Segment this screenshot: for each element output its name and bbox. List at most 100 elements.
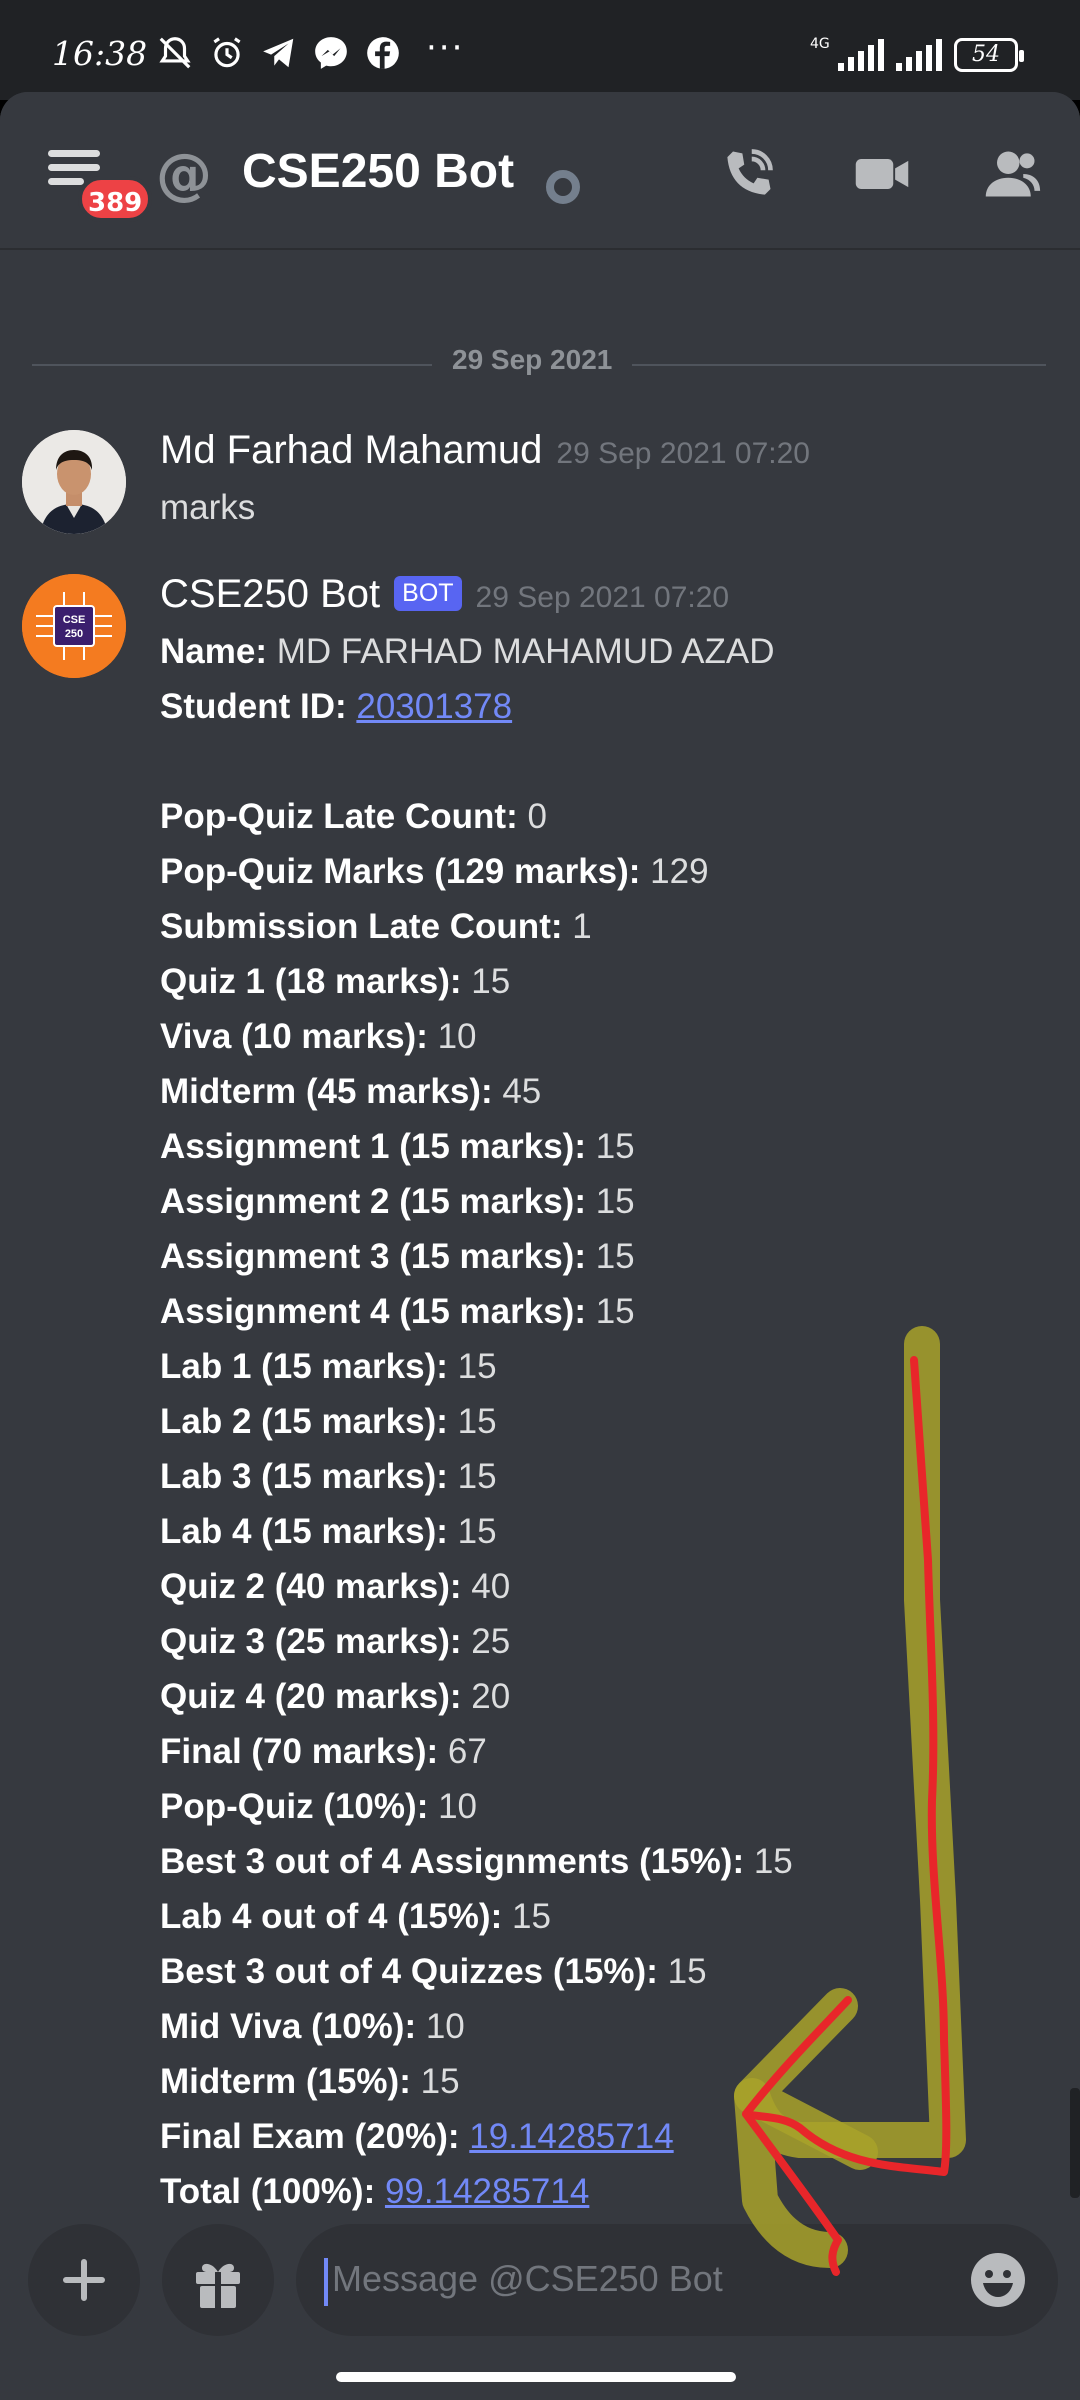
report-row-value: 25 [471,1622,511,1661]
report-row-separator: : [449,1622,462,1661]
report-row: Quiz 1 (18 marks): 15 [160,954,793,1009]
status-bar: 16:38 ··· 4G 54 [0,0,1080,100]
report-row-label: Midterm (15%) [160,2062,400,2101]
home-indicator[interactable] [336,2372,736,2382]
report-row: Final (70 marks): 67 [160,1724,793,1779]
report-row-label: Final Exam (20%) [160,2117,448,2156]
report-row-label: Submission Late Count [160,907,551,946]
report-row-label: Best 3 out of 4 Quizzes (15%) [160,1952,647,1991]
report-row-value: 15 [595,1292,635,1331]
at-sign-icon: @ [156,142,212,207]
report-row: Assignment 1 (15 marks): 15 [160,1119,793,1174]
report-row-label: Final (70 marks) [160,1732,427,1771]
report-row-value: 10 [425,2007,465,2046]
report-row-value: 45 [502,1072,542,1111]
report-row-separator: : [426,1732,439,1771]
author-name[interactable]: CSE250 Bot [160,572,380,616]
message-author-line: Md Farhad Mahamud 29 Sep 2021 07:20 [160,428,810,473]
notification-badge: 389 [78,176,153,222]
channel-title[interactable]: CSE250 Bot [242,144,514,199]
report-row-label: Pop-Quiz Late Count [160,797,507,836]
report-row: Quiz 2 (40 marks): 40 [160,1559,793,1614]
report-row-label: Best 3 out of 4 Assignments (15%) [160,1842,733,1881]
bot-tag: BOT [394,576,462,611]
report-row-value: 1 [572,907,592,946]
voice-call-icon[interactable] [716,144,780,204]
report-row-separator: : [574,1182,586,1221]
plus-icon [63,2259,105,2301]
report-name-value: MD FARHAD MAHAMUD AZAD [276,632,775,671]
report-row-label: Pop-Quiz Marks (129 marks) [160,852,629,891]
network-type: 4G [810,36,830,52]
report-id-label: Student ID: [160,687,347,726]
report-row-separator: : [732,1842,745,1881]
report-row-separator: : [449,962,462,1001]
signal-icon [838,39,884,71]
add-attachment-button[interactable] [28,2224,140,2336]
video-call-icon[interactable] [850,144,914,204]
emoji-icon[interactable] [968,2250,1028,2310]
member-list-icon[interactable] [980,144,1044,204]
menu-button[interactable]: 389 [48,150,153,222]
report-row-label: Assignment 3 (15 marks) [160,1237,575,1276]
date-divider: 29 Sep 2021 [432,344,633,376]
total-link[interactable]: 99.14285714 [385,2172,589,2211]
report-row-label: Lab 2 (15 marks) [160,1402,437,1441]
more-notifications: ··· [426,28,465,68]
avatar-text-top: CSE [63,614,86,626]
messenger-icon [315,37,347,69]
gift-button[interactable] [162,2224,274,2336]
final-exam-link[interactable]: 19.14285714 [469,2117,673,2156]
report-row-value: 15 [511,1897,551,1936]
report-row: Assignment 3 (15 marks): 15 [160,1229,793,1284]
report-row-value: 10 [438,1787,478,1826]
report-row-value: 0 [527,797,547,836]
author-name[interactable]: Md Farhad Mahamud [160,428,542,472]
chat-header: 389 @ CSE250 Bot [0,92,1080,248]
bot-chip-logo: CSE 250 [22,574,126,678]
report-row: Lab 2 (15 marks): 15 [160,1394,793,1449]
report-row-separator: : [399,2062,411,2101]
report-row-label: Assignment 1 (15 marks) [160,1127,575,1166]
report-row-label: Lab 4 (15 marks) [160,1512,437,1551]
signal-icon-2 [896,39,942,71]
user-photo [22,430,126,534]
offline-status-icon [546,170,580,204]
hamburger-icon [48,150,100,157]
scrollbar-thumb[interactable] [1070,2088,1080,2198]
report-row-label: Mid Viva (10%) [160,2007,405,2046]
report-row: Lab 4 (15 marks): 15 [160,1504,793,1559]
report-row-value: 20 [471,1677,511,1716]
report-row: Quiz 4 (20 marks): 20 [160,1669,793,1724]
report-row-separator: : [436,1457,448,1496]
report-row-separator: : [480,1072,493,1111]
report-row: Assignment 2 (15 marks): 15 [160,1174,793,1229]
report-row-value: 10 [437,1017,477,1056]
report-row: Pop-Quiz Marks (129 marks): 129 [160,844,793,899]
mute-bell-icon [159,37,191,69]
report-row: Viva (10 marks): 10 [160,1009,793,1064]
report-row-separator: : [574,1127,586,1166]
report-row-label: Lab 1 (15 marks) [160,1347,437,1386]
report-row-separator: : [449,1677,462,1716]
user-avatar[interactable] [22,430,126,534]
gift-icon [196,2263,240,2308]
report-row-separator: : [550,907,563,946]
avatar-text-bottom: 250 [65,628,83,640]
student-id-link[interactable]: 20301378 [356,687,512,726]
hamburger-line [48,164,100,171]
telegram-icon [263,38,294,68]
message-placeholder: Message @CSE250 Bot [332,2258,723,2299]
report-row: Assignment 4 (15 marks): 15 [160,1284,793,1339]
report-total-line: Total (100%): 99.14285714 [160,2172,590,2211]
message-input[interactable]: Message @CSE250 Bot [296,2224,1058,2336]
battery-icon: 54 [954,38,1024,72]
report-row-separator: : [628,852,641,891]
report-name-label: Name: [160,632,267,671]
bot-avatar[interactable]: CSE 250 [22,574,126,678]
report-row-value: 15 [667,1952,707,1991]
text-caret [324,2258,328,2306]
status-right-icons: 54 [838,38,1024,72]
report-row-value: 129 [650,852,709,891]
